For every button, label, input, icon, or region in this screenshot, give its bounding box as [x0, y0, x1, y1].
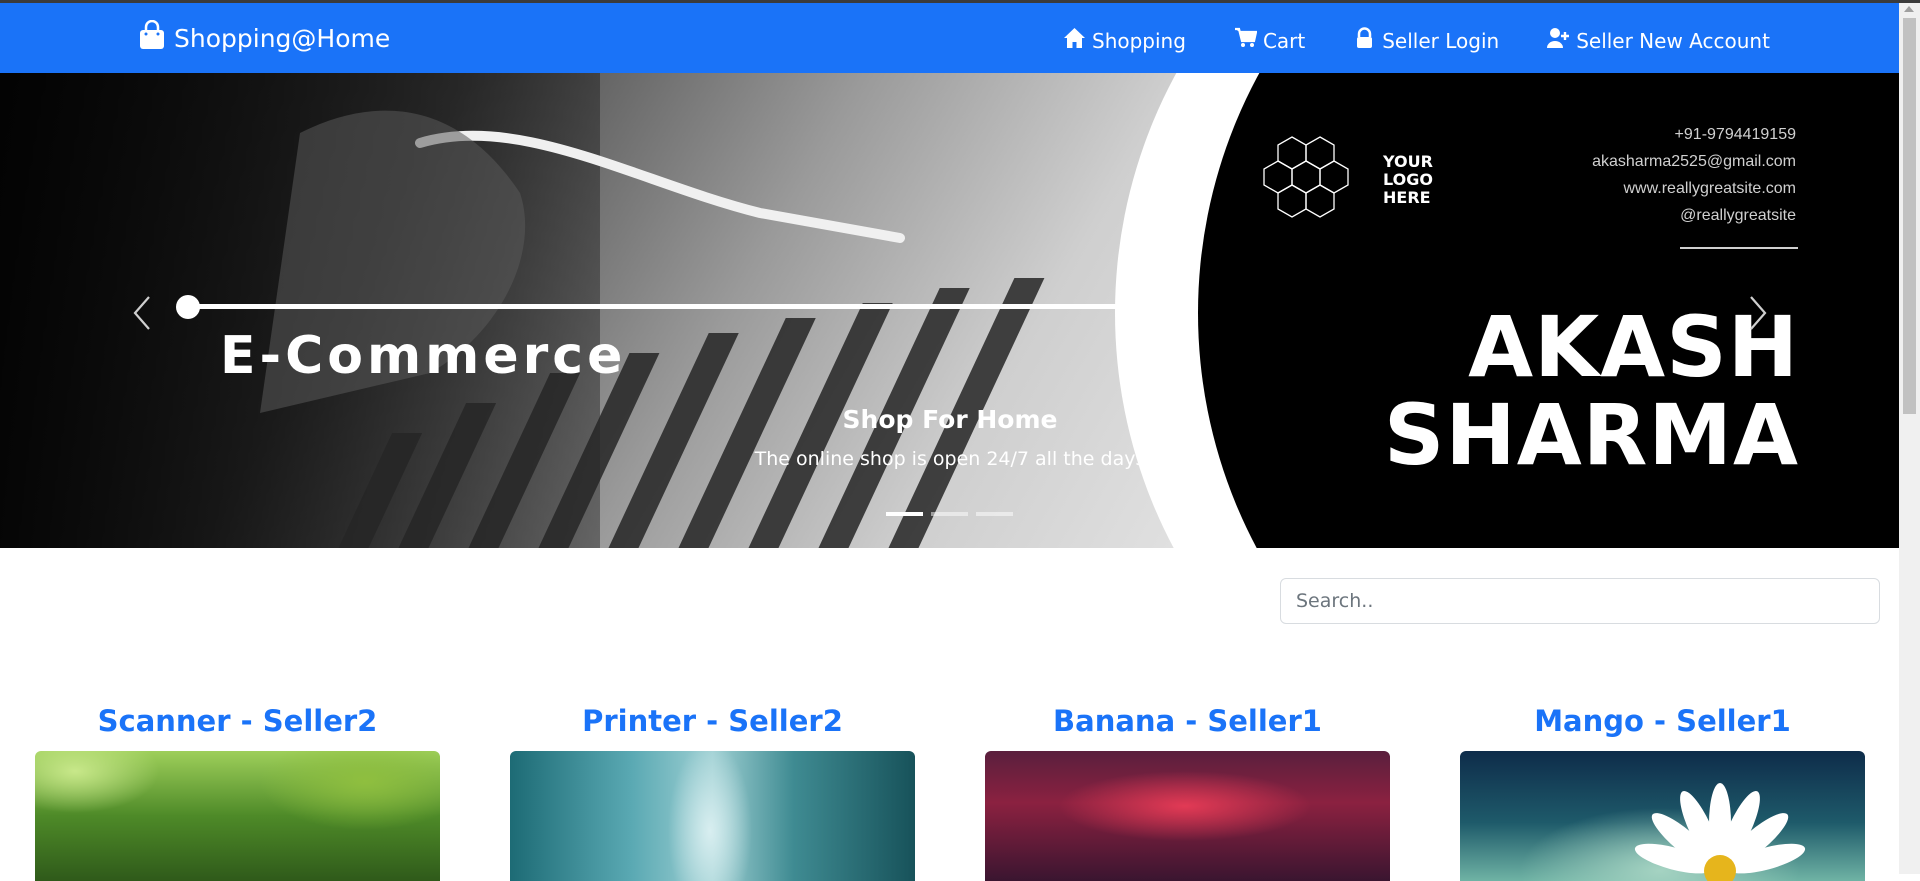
search-input[interactable]	[1280, 578, 1880, 624]
carousel-indicators	[886, 512, 1013, 516]
product-card: Mango - Seller1	[1460, 704, 1865, 881]
divider	[1680, 247, 1798, 249]
carousel-prev-button[interactable]	[122, 291, 162, 335]
product-image[interactable]	[35, 751, 440, 881]
lock-icon	[1353, 27, 1376, 54]
brand-name: Shopping@Home	[174, 23, 391, 53]
nav-seller-new-account-label: Seller New Account	[1576, 28, 1770, 53]
nav-seller-new-account[interactable]: Seller New Account	[1547, 27, 1770, 54]
banner-heading: E-Commerce	[220, 326, 627, 386]
product-card: Printer - Seller2	[510, 704, 915, 881]
nav-cart-label: Cart	[1262, 28, 1306, 53]
product-image[interactable]	[1460, 751, 1865, 881]
banner-line	[188, 304, 1118, 309]
carousel-next-button[interactable]	[1738, 291, 1778, 335]
daisy-flower-graphic	[1634, 783, 1806, 881]
scrollbar-thumb[interactable]	[1903, 18, 1916, 414]
product-title[interactable]: Scanner - Seller2	[35, 704, 440, 744]
contact-email: akasharma2525@gmail.com	[1592, 153, 1796, 170]
user-plus-icon	[1547, 27, 1570, 54]
banner-contacts: +91-9794419159 akasharma2525@gmail.com w…	[1592, 121, 1796, 229]
scroll-up-icon[interactable]	[1904, 6, 1914, 12]
caption-title: Shop For Home	[842, 405, 1058, 434]
chevron-right-icon	[1738, 296, 1778, 339]
shopping-bag-icon	[138, 19, 166, 56]
product-title[interactable]: Mango - Seller1	[1460, 704, 1865, 744]
carousel-indicator-1[interactable]	[886, 512, 923, 516]
hero-carousel: E-Commerce YOUR LOGO HERE +91-9794419159…	[0, 73, 1899, 548]
chevron-left-icon	[122, 296, 162, 339]
contact-phone: +91-9794419159	[1674, 126, 1796, 143]
product-image[interactable]	[510, 751, 915, 881]
nav-menu: Shopping Cart Seller Login Seller New Ac…	[1063, 27, 1818, 54]
contact-handle: @reallygreatsite	[1680, 207, 1796, 224]
nav-shopping-label: Shopping	[1092, 28, 1186, 53]
product-card: Banana - Seller1	[985, 704, 1390, 881]
nav-seller-login-label: Seller Login	[1382, 28, 1500, 53]
logo-placeholder-text: YOUR LOGO HERE	[1383, 152, 1433, 207]
contact-website: www.reallygreatsite.com	[1623, 180, 1797, 197]
product-title[interactable]: Printer - Seller2	[510, 704, 915, 744]
carousel-indicator-3[interactable]	[976, 512, 1013, 516]
logo-placeholder-icon	[1263, 136, 1349, 218]
banner-name: AKASH SHARMA	[1383, 298, 1799, 484]
navbar: Shopping@Home Shopping Cart Seller Login…	[0, 3, 1899, 73]
home-icon	[1063, 27, 1086, 54]
product-image[interactable]	[985, 751, 1390, 881]
carousel-indicator-2[interactable]	[931, 512, 968, 516]
product-title[interactable]: Banana - Seller1	[985, 704, 1390, 744]
brand-link[interactable]: Shopping@Home	[138, 19, 391, 56]
product-card: Scanner - Seller2	[35, 704, 440, 881]
nav-seller-login[interactable]: Seller Login	[1353, 27, 1499, 54]
carousel-caption: Shop For Home The online shop is open 24…	[650, 405, 1250, 470]
banner-dot	[176, 295, 200, 319]
nav-cart[interactable]: Cart	[1234, 27, 1305, 54]
caption-text: The online shop is open 24/7 all the day…	[754, 448, 1146, 470]
nav-shopping[interactable]: Shopping	[1063, 27, 1186, 54]
cart-icon	[1234, 27, 1258, 54]
